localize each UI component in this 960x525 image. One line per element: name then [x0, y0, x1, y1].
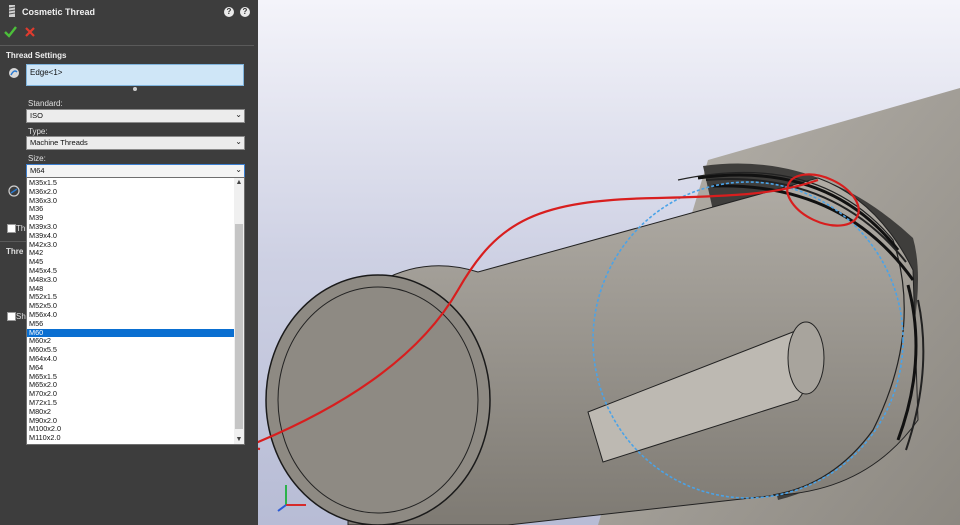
graphics-viewport[interactable]: [258, 0, 960, 525]
size-option[interactable]: M70x2.0: [27, 389, 235, 399]
edge-selection-box[interactable]: Edge<1>: [26, 64, 244, 86]
section-title-thread: Thre: [6, 247, 24, 256]
size-option[interactable]: M39x3.0: [27, 222, 235, 232]
size-label: Size:: [28, 154, 46, 163]
type-label: Type:: [28, 127, 48, 136]
panel-header: Cosmetic Thread ? ?: [0, 0, 258, 24]
edge-selection-value: Edge<1>: [30, 68, 63, 77]
chevron-down-icon: ⌄: [235, 110, 242, 119]
size-option[interactable]: M60x2: [27, 337, 235, 346]
size-option[interactable]: M39: [27, 213, 235, 223]
scroll-up-icon[interactable]: ▲: [234, 178, 244, 187]
size-option[interactable]: M64: [27, 363, 235, 373]
size-option[interactable]: M35x1.5: [27, 178, 235, 188]
size-option[interactable]: M65x1.5: [27, 372, 235, 382]
checkbox[interactable]: [7, 312, 16, 321]
edge-select-icon: [9, 68, 19, 78]
property-manager-panel: Cosmetic Thread ? ? Thread Settings Edge…: [0, 0, 258, 525]
size-option[interactable]: M52x1.5: [27, 293, 235, 302]
scroll-down-icon[interactable]: ▼: [234, 435, 244, 444]
divider: [0, 45, 254, 46]
size-dropdown-list[interactable]: M35x1.5 M36x2.0 M36x3.0 M36 M39 M39x3.0 M39x4.…: [26, 177, 245, 445]
size-option[interactable]: M45: [27, 257, 235, 267]
section-title-thread-settings: Thread Settings: [6, 51, 67, 60]
size-value: M64: [30, 166, 45, 175]
size-option[interactable]: M80x2: [27, 407, 235, 417]
size-option[interactable]: M36x3.0: [27, 196, 235, 206]
standard-select[interactable]: ISO ⌄: [26, 109, 245, 123]
size-option[interactable]: M65x2.0: [27, 381, 235, 390]
chevron-down-icon: ⌄: [235, 165, 242, 174]
size-option[interactable]: M56x4.0: [27, 310, 235, 320]
size-option[interactable]: M60x5.5: [27, 345, 235, 355]
ok-button[interactable]: [4, 25, 17, 38]
size-option[interactable]: M110x2.0: [27, 433, 235, 443]
size-option[interactable]: M42x3.0: [27, 240, 235, 250]
size-option[interactable]: M48: [27, 284, 235, 294]
help-icon[interactable]: ?: [240, 7, 250, 17]
size-option[interactable]: M60: [27, 328, 235, 338]
help-icon[interactable]: ?: [224, 7, 234, 17]
checkbox[interactable]: [7, 224, 16, 233]
size-option[interactable]: M72x1.5: [27, 398, 235, 408]
type-value: Machine Threads: [30, 138, 88, 147]
type-select[interactable]: Machine Threads ⌄: [26, 136, 245, 150]
size-option[interactable]: M39x4.0: [27, 231, 235, 241]
standard-value: ISO: [30, 111, 43, 120]
size-option[interactable]: M45x4.5: [27, 266, 235, 276]
size-option[interactable]: M42: [27, 249, 235, 258]
size-option[interactable]: M64x4.0: [27, 354, 235, 364]
thread-feature-icon: [8, 185, 20, 197]
scroll-thumb[interactable]: [235, 224, 243, 429]
cancel-button[interactable]: [24, 26, 36, 38]
chevron-down-icon: ⌄: [235, 137, 242, 146]
size-option[interactable]: M52x5.0: [27, 301, 235, 311]
scrollbar[interactable]: ▲ ▼: [234, 178, 244, 444]
cosmetic-thread-icon: [8, 5, 16, 17]
resize-handle[interactable]: [133, 87, 137, 91]
size-option[interactable]: M48x3.0: [27, 275, 235, 285]
size-select[interactable]: M64 ⌄: [26, 164, 245, 178]
standard-label: Standard:: [28, 99, 63, 108]
size-option[interactable]: M56: [27, 319, 235, 329]
divider: [0, 241, 26, 242]
size-option[interactable]: M36: [27, 205, 235, 214]
size-option[interactable]: M36x2.0: [27, 187, 235, 197]
panel-title: Cosmetic Thread: [22, 7, 96, 17]
